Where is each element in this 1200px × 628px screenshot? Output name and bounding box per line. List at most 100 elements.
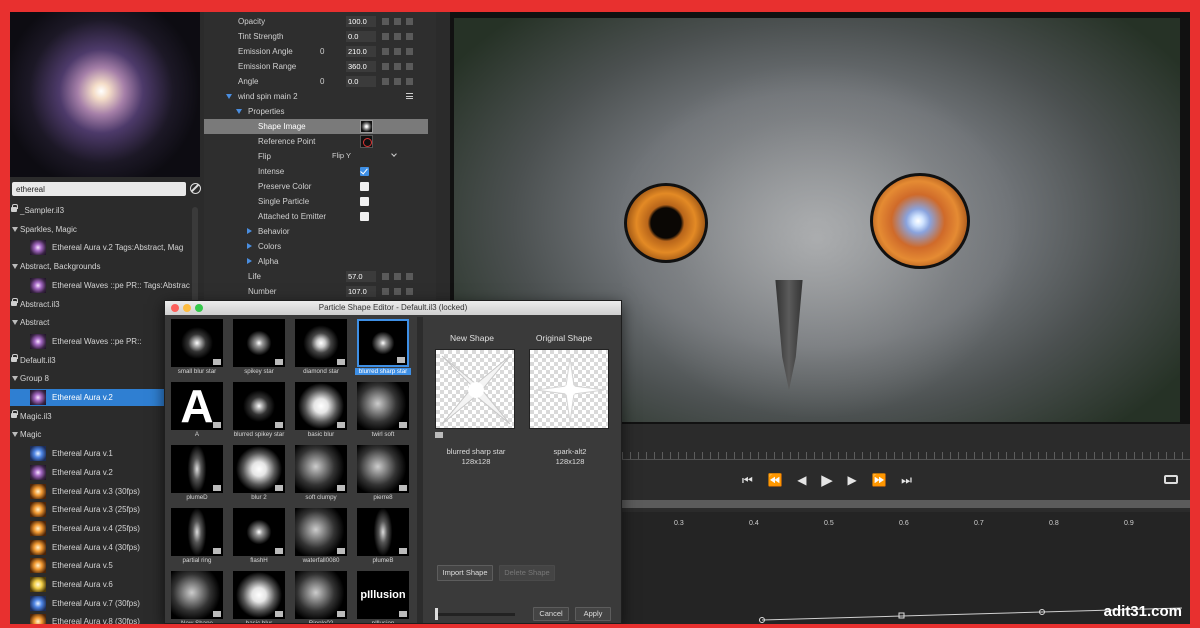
prop-opacity[interactable]: Opacity 100.0	[204, 14, 428, 29]
delete-shape-button[interactable]: Delete Shape	[499, 565, 555, 581]
clear-search-icon[interactable]	[190, 183, 201, 194]
prop-single-particle[interactable]: Single Particle	[204, 194, 428, 209]
shape-thumbnail[interactable]: flashH	[231, 506, 287, 568]
shape-thumbnail[interactable]: pIllusionpIllusion	[355, 569, 411, 623]
prop-emission-angle[interactable]: Emission Angle 0 210.0	[204, 44, 428, 59]
prop-behavior-group[interactable]: Behavior	[204, 224, 428, 239]
shape-options-icon[interactable]	[399, 422, 407, 428]
graph-controls-icon[interactable]	[382, 63, 413, 70]
prop-angle[interactable]: Angle 0 0.0	[204, 74, 428, 89]
shape-options-icon[interactable]	[275, 548, 283, 554]
shape-options-icon[interactable]	[213, 422, 221, 428]
shape-options-icon[interactable]	[399, 548, 407, 554]
go-to-start-icon[interactable]: ⏮	[742, 473, 753, 488]
library-item[interactable]: Ethereal Waves ::pe PR:: Tags:Abstrac	[10, 277, 200, 294]
angle-value[interactable]: 0.0	[346, 76, 376, 87]
shape-options-icon[interactable]	[337, 422, 345, 428]
graph-controls-icon[interactable]	[382, 33, 413, 40]
expand-down-icon[interactable]	[12, 226, 18, 232]
emission-angle-value[interactable]: 210.0	[346, 46, 376, 57]
cancel-button[interactable]: Cancel	[533, 607, 569, 621]
shape-options-icon[interactable]	[213, 548, 221, 554]
shape-options-icon[interactable]	[435, 432, 443, 438]
expand-down-icon[interactable]	[12, 320, 18, 326]
graph-controls-icon[interactable]	[382, 18, 413, 25]
shape-thumbnail[interactable]: New Shape	[169, 569, 225, 623]
loop-icon[interactable]	[1164, 475, 1178, 484]
shape-thumbnail[interactable]: small blur star	[169, 317, 225, 379]
graph-controls-icon[interactable]	[382, 48, 413, 55]
shape-options-icon[interactable]	[213, 359, 221, 365]
shape-thumbnail[interactable]: diamond star	[293, 317, 349, 379]
close-window-button[interactable]	[171, 304, 179, 312]
prop-preserve-color[interactable]: Preserve Color	[204, 179, 428, 194]
shape-options-icon[interactable]	[275, 611, 283, 617]
shape-grid-scrollbar[interactable]	[417, 317, 423, 623]
new-shape-preview[interactable]	[435, 349, 515, 429]
shape-options-icon[interactable]	[275, 422, 283, 428]
shape-options-icon[interactable]	[337, 548, 345, 554]
graph-controls-icon[interactable]	[382, 78, 413, 85]
shape-thumbnail[interactable]: twirl soft	[355, 380, 411, 442]
attached-checkbox[interactable]	[360, 212, 369, 221]
single-particle-checkbox[interactable]	[360, 197, 369, 206]
shape-options-icon[interactable]	[397, 357, 405, 363]
library-search-input[interactable]: ethereal	[12, 182, 186, 196]
expand-down-icon[interactable]	[236, 109, 242, 114]
shape-thumbnail[interactable]: blurred sharp star	[355, 317, 411, 379]
prop-properties-group[interactable]: Properties	[204, 104, 428, 119]
life-value[interactable]: 57.0	[346, 271, 376, 282]
play-icon[interactable]: ▶	[821, 471, 833, 489]
intense-checkbox[interactable]	[360, 167, 369, 176]
emission-range-value[interactable]: 360.0	[346, 61, 376, 72]
shape-thumbnail[interactable]: plumeD	[169, 443, 225, 505]
library-file[interactable]: _Sampler.il3	[10, 202, 200, 219]
prop-reference-point[interactable]: Reference Point	[204, 134, 428, 149]
number-value[interactable]: 107.0	[346, 286, 376, 297]
rewind-icon[interactable]: ⏪	[768, 473, 783, 487]
shape-thumbnail[interactable]: plumeB	[355, 506, 411, 568]
shape-options-icon[interactable]	[399, 485, 407, 491]
library-group[interactable]: Abstract, Backgrounds	[10, 258, 200, 275]
shape-thumbnail[interactable]: partial ring	[169, 506, 225, 568]
library-group[interactable]: Sparkles, Magic	[10, 221, 200, 238]
prop-colors-group[interactable]: Colors	[204, 239, 428, 254]
shape-options-icon[interactable]	[399, 611, 407, 617]
shape-options-icon[interactable]	[337, 359, 345, 365]
shape-thumbnail[interactable]: waterfall0080	[293, 506, 349, 568]
minimize-window-button[interactable]	[183, 304, 191, 312]
prop-wind-spin[interactable]: wind spin main 2	[204, 89, 428, 104]
shape-options-icon[interactable]	[337, 611, 345, 617]
prop-number[interactable]: Number 107.0	[204, 284, 428, 299]
shape-thumbnail[interactable]: pierre8	[355, 443, 411, 505]
graph-controls-icon[interactable]	[382, 288, 413, 295]
shape-thumbnail[interactable]: blurred spikey star	[231, 380, 287, 442]
step-forward-icon[interactable]: ▶	[847, 473, 856, 487]
expand-right-icon[interactable]	[247, 258, 252, 264]
import-shape-button[interactable]: Import Shape	[437, 565, 493, 581]
opacity-value[interactable]: 100.0	[346, 16, 376, 27]
step-back-icon[interactable]: ◀	[797, 473, 806, 487]
shape-thumbnail[interactable]: basic blur	[293, 380, 349, 442]
shape-thumbnail[interactable]: AA	[169, 380, 225, 442]
shape-thumbnail[interactable]: spikey star	[231, 317, 287, 379]
shape-options-icon[interactable]	[213, 611, 221, 617]
shape-thumbnail[interactable]: basic blur	[231, 569, 287, 623]
list-menu-icon[interactable]	[406, 93, 413, 99]
work-area-bar[interactable]	[622, 500, 1190, 508]
graph-controls-icon[interactable]	[382, 273, 413, 280]
apply-button[interactable]: Apply	[575, 607, 611, 621]
prop-shape-image[interactable]: Shape Image	[204, 119, 428, 134]
expand-down-icon[interactable]	[12, 432, 18, 438]
reference-point-swatch[interactable]	[360, 135, 373, 148]
expand-down-icon[interactable]	[12, 376, 18, 382]
fast-forward-icon[interactable]: ⏩	[871, 473, 886, 487]
expand-down-icon[interactable]	[12, 264, 18, 270]
expand-right-icon[interactable]	[247, 228, 252, 234]
shape-options-icon[interactable]	[213, 485, 221, 491]
tint-value[interactable]: 0.0	[346, 31, 376, 42]
prop-attached-to-emitter[interactable]: Attached to Emitter	[204, 209, 428, 224]
timeline-ruler[interactable]	[622, 452, 1190, 460]
go-to-end-icon[interactable]: ⏭	[901, 473, 912, 488]
prop-emission-range[interactable]: Emission Range 360.0	[204, 59, 428, 74]
